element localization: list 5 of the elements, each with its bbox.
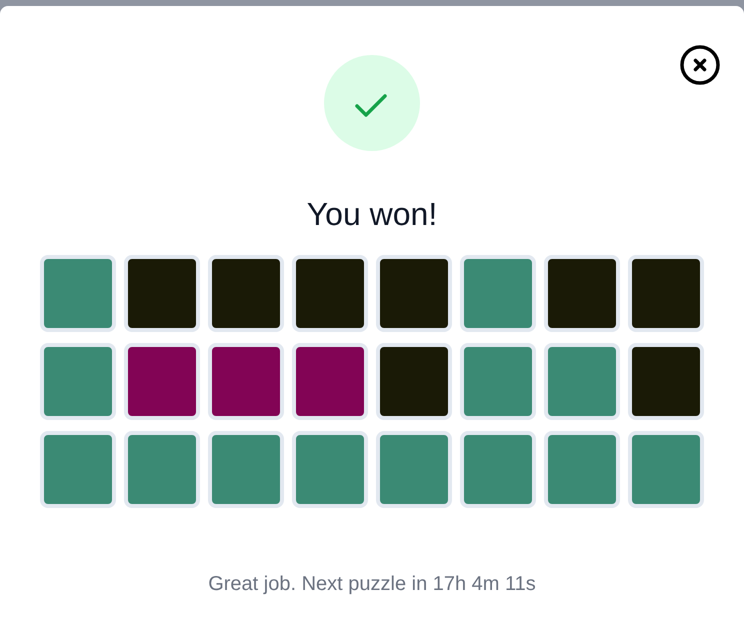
check-icon — [324, 55, 420, 151]
close-icon — [680, 45, 720, 85]
close-button[interactable] — [680, 45, 720, 85]
next-puzzle-message: Great job. Next puzzle in 17h 4m 11s — [208, 572, 536, 596]
result-title: You won! — [306, 195, 438, 233]
